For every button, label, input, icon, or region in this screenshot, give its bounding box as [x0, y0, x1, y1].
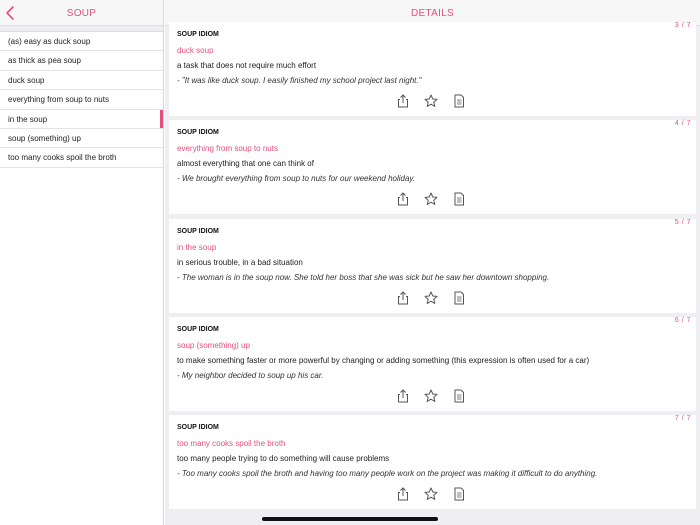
- document-icon[interactable]: [452, 192, 466, 206]
- sidebar-title: SOUP: [66, 8, 97, 19]
- list-item[interactable]: everything from soup to nuts: [0, 90, 163, 110]
- card-count: 4 / 7: [674, 120, 691, 127]
- document-icon[interactable]: [452, 487, 466, 501]
- card-count: 3 / 7: [674, 22, 691, 29]
- list-item[interactable]: duck soup: [0, 70, 163, 91]
- card-actions: [169, 192, 696, 206]
- document-icon[interactable]: [452, 291, 466, 305]
- share-icon[interactable]: [396, 487, 410, 501]
- star-icon[interactable]: [424, 389, 438, 403]
- list-item-selected[interactable]: in the soup: [0, 109, 163, 129]
- card-idiom: duck soup: [177, 46, 214, 55]
- card-count: 5 / 7: [674, 219, 691, 226]
- card-actions: [169, 291, 696, 305]
- sidebar: SOUP (as) easy as duck soup as thick as …: [0, 0, 164, 525]
- share-icon[interactable]: [396, 94, 410, 108]
- card-count: 7 / 7: [674, 415, 691, 422]
- idiom-card: 7 / 7 SOUP IDIOM too many cooks spoil th…: [169, 415, 696, 509]
- card-meaning: in serious trouble, in a bad situation: [177, 258, 303, 267]
- list-item[interactable]: too many cooks spoil the broth: [0, 148, 163, 168]
- card-example: - "It was like duck soup. I easily finis…: [177, 76, 422, 85]
- document-icon[interactable]: [452, 389, 466, 403]
- card-meaning: to make something faster or more powerfu…: [177, 356, 590, 365]
- card-category: SOUP IDIOM: [177, 31, 219, 38]
- card-actions: [169, 94, 696, 108]
- card-actions: [169, 487, 696, 501]
- card-idiom: too many cooks spoil the broth: [177, 439, 286, 448]
- card-count: 6 / 7: [674, 317, 691, 324]
- star-icon[interactable]: [424, 94, 438, 108]
- list-item[interactable]: soup (something) up: [0, 128, 163, 149]
- list-item[interactable]: (as) easy as duck soup: [0, 32, 163, 52]
- idiom-card: 6 / 7 SOUP IDIOM soup (something) up to …: [169, 317, 696, 411]
- home-indicator: [262, 517, 438, 521]
- card-meaning: almost everything that one can think of: [177, 159, 314, 168]
- card-category: SOUP IDIOM: [177, 129, 219, 136]
- card-category: SOUP IDIOM: [177, 228, 219, 235]
- document-icon[interactable]: [452, 94, 466, 108]
- card-idiom: in the soup: [177, 243, 217, 252]
- card-example: - My neighbor decided to soup up his car…: [177, 371, 324, 380]
- idiom-card: 4 / 7 SOUP IDIOM everything from soup to…: [169, 120, 696, 214]
- card-idiom: everything from soup to nuts: [177, 144, 278, 153]
- idiom-list: (as) easy as duck soup as thick as pea s…: [0, 32, 163, 168]
- card-category: SOUP IDIOM: [177, 424, 219, 431]
- share-icon[interactable]: [396, 389, 410, 403]
- card-actions: [169, 389, 696, 403]
- share-icon[interactable]: [396, 291, 410, 305]
- share-icon[interactable]: [396, 192, 410, 206]
- star-icon[interactable]: [424, 487, 438, 501]
- card-example: - The woman is in the soup now. She told…: [177, 273, 550, 282]
- card-example: - Too many cooks spoil the broth and hav…: [177, 469, 598, 478]
- card-meaning: a task that does not require much effort: [177, 61, 317, 70]
- star-icon[interactable]: [424, 291, 438, 305]
- sidebar-header: SOUP: [0, 0, 163, 26]
- idiom-card: 5 / 7 SOUP IDIOM in the soup in serious …: [169, 219, 696, 313]
- detail-title: DETAILS: [410, 8, 455, 19]
- card-example: - We brought everything from soup to nut…: [177, 174, 416, 183]
- detail-panel: DETAILS 3 / 7 SOUP IDIOM duck soup a tas…: [165, 0, 700, 525]
- list-item[interactable]: as thick as pea soup: [0, 51, 163, 71]
- idiom-card: 3 / 7 SOUP IDIOM duck soup a task that d…: [169, 22, 696, 116]
- card-category: SOUP IDIOM: [177, 326, 219, 333]
- card-idiom: soup (something) up: [177, 341, 250, 350]
- star-icon[interactable]: [424, 192, 438, 206]
- card-meaning: too many people trying to do something w…: [177, 454, 390, 463]
